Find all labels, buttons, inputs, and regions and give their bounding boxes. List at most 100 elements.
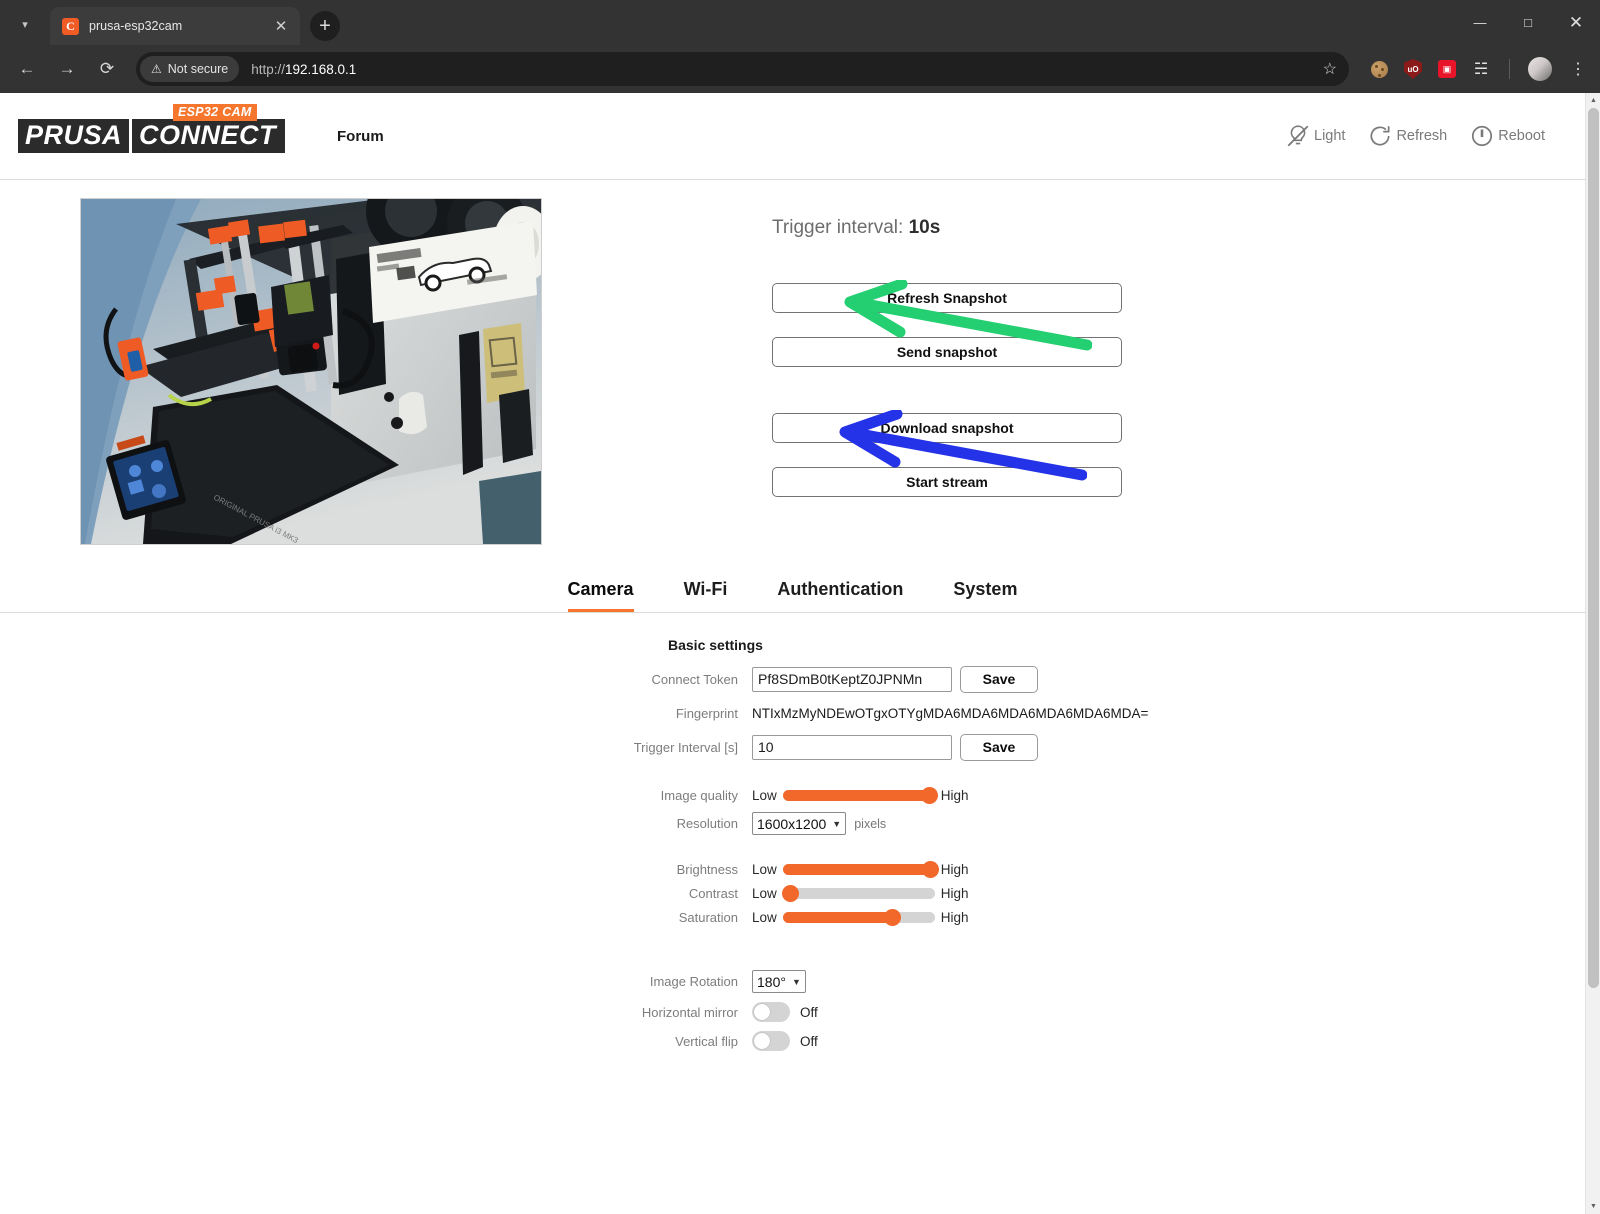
brightness-slider[interactable] <box>783 864 935 875</box>
contrast-slider[interactable] <box>783 888 935 899</box>
url-host: 192.168.0.1 <box>285 62 356 77</box>
cookie-icon[interactable] <box>1369 59 1389 79</box>
connect-token-input[interactable]: Pf8SDmB0tKeptZ0JPNMn <box>752 667 952 692</box>
site-header: PRUSA CONNECT ESP32 CAM Forum Light <box>0 93 1585 180</box>
refresh-button[interactable]: Refresh <box>1367 123 1447 149</box>
spacer <box>0 761 1585 779</box>
vertical-flip-toggle[interactable] <box>752 1031 790 1051</box>
security-badge[interactable]: ⚠ Not secure <box>140 56 239 82</box>
trigger-interval-value: 10s <box>909 217 941 238</box>
page-viewport: PRUSA CONNECT ESP32 CAM Forum Light <box>0 93 1600 1214</box>
reboot-label: Reboot <box>1498 128 1545 144</box>
trigger-interval-label: Trigger interval: <box>772 217 903 238</box>
contrast-low-label: Low <box>752 886 777 901</box>
horizontal-mirror-row: Horizontal mirror Off <box>0 1002 1585 1022</box>
connect-token-label: Connect Token <box>0 672 752 687</box>
saturation-slider[interactable] <box>783 912 935 923</box>
trigger-interval-save-button[interactable]: Save <box>960 734 1038 761</box>
browser-toolbar: ← → ⟳ ⚠ Not secure http://192.168.0.1 ☆ … <box>0 45 1600 93</box>
spacer <box>0 925 1585 943</box>
horizontal-mirror-label: Horizontal mirror <box>0 1005 752 1020</box>
vertical-flip-row: Vertical flip Off <box>0 1031 1585 1051</box>
chevron-down-icon: ▼ <box>832 819 841 829</box>
scroll-down-icon[interactable]: ▼ <box>1586 1199 1600 1214</box>
logo-prusa: PRUSA <box>18 119 129 153</box>
back-icon[interactable]: ← <box>10 52 44 86</box>
ublock-origin-icon[interactable]: uO <box>1403 59 1423 79</box>
image-quality-slider[interactable] <box>783 790 935 801</box>
close-icon[interactable]: ✕ <box>270 19 292 34</box>
star-icon[interactable]: ☆ <box>1323 59 1343 79</box>
brightness-low-label: Low <box>752 862 777 877</box>
camera-snapshot-image[interactable]: ORIGINAL PRUSA i3 MK3 <box>80 198 542 545</box>
snapshot-button-stack: Refresh Snapshot Send snapshot Download … <box>772 283 1122 497</box>
image-rotation-select[interactable]: 180° ▼ <box>752 970 806 993</box>
refresh-snapshot-button[interactable]: Refresh Snapshot <box>772 283 1122 313</box>
tab-authentication[interactable]: Authentication <box>777 579 903 612</box>
scroll-thumb[interactable] <box>1588 108 1599 988</box>
snapshot-area: ORIGINAL PRUSA i3 MK3 <box>0 180 1585 545</box>
page-content: PRUSA CONNECT ESP32 CAM Forum Light <box>0 93 1585 1214</box>
camera-settings-panel: Basic settings Connect Token Pf8SDmB0tKe… <box>0 613 1585 1051</box>
light-button[interactable]: Light <box>1285 123 1345 149</box>
snapshot-render: ORIGINAL PRUSA i3 MK3 <box>81 199 541 544</box>
resolution-unit: pixels <box>854 817 886 831</box>
prusa-connect-logo[interactable]: PRUSA CONNECT ESP32 CAM <box>18 119 285 153</box>
trigger-interval-input[interactable]: 10 <box>752 735 952 760</box>
image-rotation-label: Image Rotation <box>0 974 752 989</box>
minimize-button[interactable]: — <box>1456 0 1504 45</box>
saturation-high-label: High <box>941 910 969 925</box>
extension-icons: uO ▣ ☵ ⋮ <box>1355 57 1590 81</box>
horizontal-mirror-toggle[interactable] <box>752 1002 790 1022</box>
power-icon <box>1469 123 1495 149</box>
snapshot-wrapper: ORIGINAL PRUSA i3 MK3 <box>0 198 622 545</box>
new-tab-button[interactable]: + <box>310 11 340 41</box>
trigger-interval-row: Trigger Interval [s] 10 Save <box>0 734 1585 761</box>
connect-token-save-button[interactable]: Save <box>960 666 1038 693</box>
tab-camera[interactable]: Camera <box>568 579 634 612</box>
spacer <box>0 943 1585 961</box>
url-text: http://192.168.0.1 <box>251 62 356 77</box>
nav-link-forum[interactable]: Forum <box>337 128 384 145</box>
vertical-flip-state: Off <box>800 1034 818 1049</box>
horizontal-mirror-state: Off <box>800 1005 818 1020</box>
reload-icon[interactable]: ⟳ <box>90 52 124 86</box>
divider <box>1509 59 1510 79</box>
page-scrollbar[interactable]: ▲ ▼ <box>1585 93 1600 1214</box>
contrast-label: Contrast <box>0 886 752 901</box>
address-bar[interactable]: ⚠ Not secure http://192.168.0.1 ☆ <box>136 52 1349 86</box>
reboot-button[interactable]: Reboot <box>1469 123 1545 149</box>
trigger-interval-label-form: Trigger Interval [s] <box>0 740 752 755</box>
image-quality-row: Image quality Low High <box>0 788 1585 803</box>
image-rotation-value: 180° <box>757 974 786 990</box>
tab-system[interactable]: System <box>953 579 1017 612</box>
forward-icon[interactable]: → <box>50 52 84 86</box>
maximize-button[interactable]: □ <box>1504 0 1552 45</box>
scroll-up-icon[interactable]: ▲ <box>1586 93 1600 108</box>
resolution-select[interactable]: 1600x1200 ▼ <box>752 812 846 835</box>
browser-menu-icon[interactable]: ⋮ <box>1566 59 1590 79</box>
contrast-row: Contrast Low High <box>0 886 1585 901</box>
settings-tabs: Camera Wi-Fi Authentication System <box>0 579 1585 612</box>
window-close-button[interactable]: ✕ <box>1552 0 1600 45</box>
start-stream-button[interactable]: Start stream <box>772 467 1122 497</box>
basic-settings-title: Basic settings <box>668 637 1585 653</box>
esp32-cam-badge: ESP32 CAM <box>173 104 257 121</box>
browser-tab[interactable]: C prusa-esp32cam ✕ <box>50 7 300 45</box>
spacer <box>0 835 1585 853</box>
resolution-value: 1600x1200 <box>757 816 826 832</box>
resolution-row: Resolution 1600x1200 ▼ pixels <box>0 812 1585 835</box>
tab-search-icon[interactable]: ▾ <box>8 7 42 41</box>
send-snapshot-button[interactable]: Send snapshot <box>772 337 1122 367</box>
red-extension-icon[interactable]: ▣ <box>1437 59 1457 79</box>
url-scheme: http:// <box>251 62 285 77</box>
puzzle-piece-icon[interactable]: ☵ <box>1471 59 1491 79</box>
download-snapshot-button[interactable]: Download snapshot <box>772 413 1122 443</box>
tab-title: prusa-esp32cam <box>89 19 270 33</box>
image-quality-high-label: High <box>941 788 969 803</box>
tab-wifi[interactable]: Wi-Fi <box>684 579 728 612</box>
header-actions: Light Refresh <box>1285 123 1545 149</box>
brightness-row: Brightness Low High <box>0 862 1585 877</box>
avatar[interactable] <box>1528 57 1552 81</box>
light-label: Light <box>1314 128 1345 144</box>
